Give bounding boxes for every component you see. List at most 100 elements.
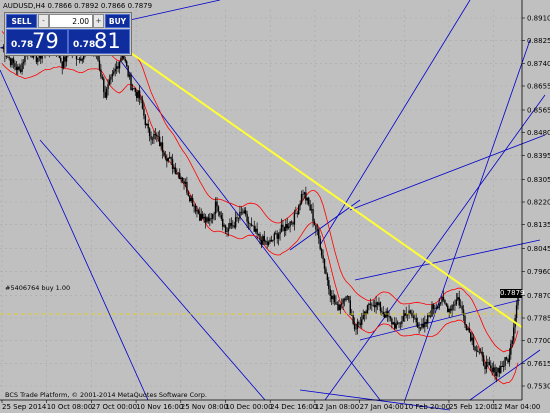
candle-body — [346, 296, 349, 297]
sell-price-box[interactable]: 0.78 79 — [6, 29, 68, 54]
candle-body — [385, 311, 387, 318]
candle-body — [373, 305, 376, 308]
price-axis: 0.8910 0.8825 0.8740 0.8655 0.8565 0.8480 0.83… — [521, 0, 550, 400]
candle-body — [488, 362, 491, 366]
candle-body — [392, 322, 394, 325]
candle-body — [323, 259, 326, 269]
candle-body — [128, 74, 131, 77]
candle-body — [183, 180, 185, 184]
candle-body — [78, 58, 81, 60]
candle-body — [5, 55, 7, 57]
candle-body — [12, 58, 15, 64]
candle-body — [229, 223, 231, 229]
candle-body — [286, 224, 288, 229]
candle-body — [432, 304, 435, 309]
candle-body — [381, 311, 383, 313]
candle-body — [219, 211, 221, 216]
x-tick-label: 27 Jan 04:00 — [360, 403, 404, 411]
candle-body — [262, 236, 264, 245]
candle-body — [210, 218, 212, 219]
candle-body — [372, 305, 374, 306]
candle-body — [144, 115, 147, 126]
candle-body — [510, 343, 512, 355]
x-tick-label: 10 Nov 16:00 — [136, 403, 183, 411]
candle-body — [422, 323, 425, 328]
candle-body — [180, 177, 182, 180]
candle-body — [130, 74, 132, 90]
y-tick-label: 0.7960 — [527, 268, 550, 276]
lot-size-input[interactable] — [49, 14, 93, 28]
copyright-text: BCS Trade Platform, © 2001-2014 MetaQuot… — [5, 391, 207, 399]
candle-body — [491, 368, 493, 372]
candle-body — [121, 55, 124, 58]
candle-body — [428, 315, 430, 317]
price-chart[interactable]: 0.8910 0.8825 0.8740 0.8655 0.8565 0.8480 0.83… — [0, 0, 550, 413]
candle-body — [458, 297, 460, 306]
candle-body — [342, 299, 344, 304]
candle-body — [199, 213, 201, 221]
candle-body — [108, 79, 111, 85]
candle-body — [375, 302, 377, 308]
candle-body — [133, 88, 135, 89]
candle-body — [124, 59, 126, 62]
candle-body — [107, 84, 109, 89]
candle-body — [305, 192, 307, 201]
candle-body — [399, 323, 402, 325]
candle-body — [438, 303, 440, 309]
y-tick-label: 0.8395 — [527, 152, 550, 160]
candle-body — [277, 234, 280, 239]
candle-body — [259, 234, 261, 240]
x-tick-label: 25 Sep 2014 — [2, 403, 47, 411]
candle-body — [255, 228, 257, 232]
candle-body — [22, 62, 25, 64]
candle-body — [283, 226, 286, 232]
candle-body — [309, 204, 311, 211]
chart-area[interactable]: 0.8910 0.8825 0.8740 0.8655 0.8565 0.8480 0.83… — [0, 0, 550, 413]
candle-body — [269, 239, 271, 242]
candle-body — [214, 201, 217, 214]
y-tick-label: 0.8825 — [527, 37, 550, 45]
candle-body — [351, 315, 353, 316]
candle-body — [409, 310, 412, 313]
candle-body — [318, 229, 320, 239]
current-price-tag: 0.7879 — [500, 289, 525, 298]
candle-body — [497, 367, 499, 373]
candle-body — [302, 194, 304, 195]
candle-body — [270, 239, 273, 242]
candle-body — [150, 136, 152, 140]
lot-decrease-button[interactable]: - — [38, 14, 49, 28]
candle-body — [234, 217, 237, 228]
buy-price-box[interactable]: 0.78 81 — [68, 29, 130, 54]
x-tick-label: 27 Oct 00:00 — [91, 403, 137, 411]
candle-body — [187, 192, 190, 196]
candle-body — [280, 224, 283, 232]
candle-body — [454, 304, 456, 306]
candle-body — [455, 299, 458, 305]
candle-body — [485, 361, 488, 370]
candle-body — [151, 139, 154, 140]
candle-body — [336, 304, 339, 305]
candle-body — [174, 167, 177, 174]
candle-body — [328, 280, 330, 290]
candle-body — [408, 310, 410, 314]
candle-body — [379, 302, 382, 312]
candle-body — [104, 92, 106, 98]
candle-body — [123, 55, 125, 60]
lot-increase-button[interactable]: + — [93, 14, 104, 28]
buy-button[interactable]: BUY — [105, 14, 130, 28]
candle-body — [273, 233, 276, 240]
candle-body — [61, 61, 63, 68]
sell-button[interactable]: SELL — [6, 14, 37, 28]
candle-body — [98, 60, 101, 70]
candle-body — [495, 372, 498, 377]
candle-body — [212, 214, 214, 219]
candle-body — [226, 231, 228, 232]
candle-body — [322, 255, 324, 260]
candle-body — [114, 68, 116, 72]
candle-body — [60, 57, 62, 62]
candle-body — [298, 205, 300, 215]
candle-body — [306, 197, 308, 201]
candle-body — [404, 313, 406, 317]
y-tick-label: 0.8740 — [527, 60, 550, 68]
candle-body — [315, 224, 317, 230]
